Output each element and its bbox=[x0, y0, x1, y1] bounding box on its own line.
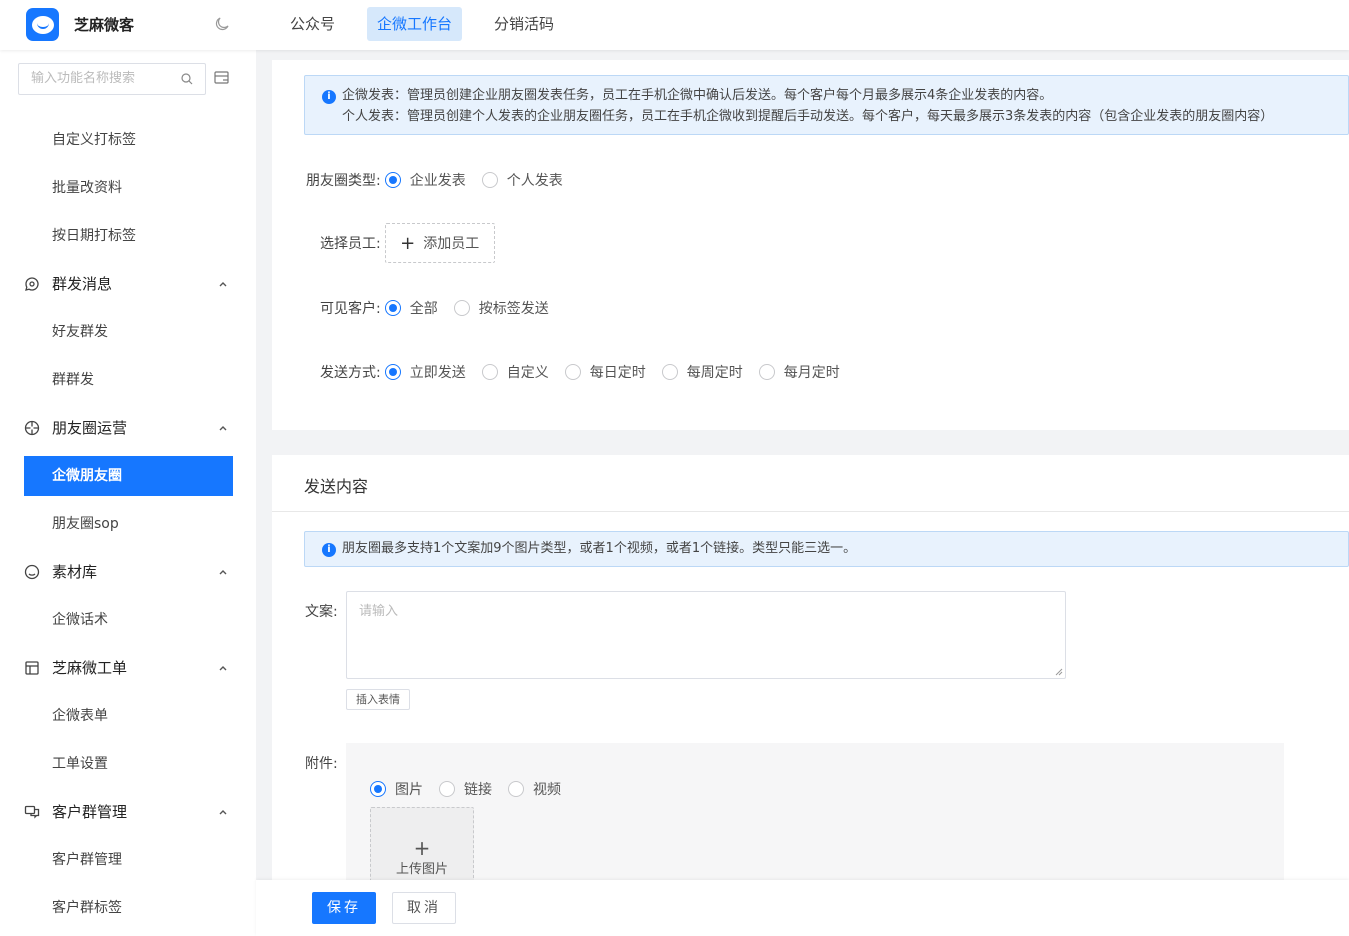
sidebar-group-label: 素材库 bbox=[52, 563, 98, 581]
sidebar-item-wecom-scripts[interactable]: 企微话术 bbox=[0, 596, 256, 644]
attachment-panel: 图片 链接 视频 + 上传图片 bbox=[346, 743, 1284, 903]
group-chat-icon bbox=[24, 805, 40, 819]
chevron-up-icon bbox=[219, 570, 227, 575]
radio-attach-video[interactable]: 视频 bbox=[508, 779, 561, 799]
cancel-button[interactable]: 取消 bbox=[392, 892, 456, 924]
content-card: 发送内容 i 朋友圈最多支持1个文案加9个图片类型，或者1个视频，或者1个链接。… bbox=[272, 455, 1349, 903]
content-section-title: 发送内容 bbox=[304, 477, 369, 496]
chevron-up-icon bbox=[219, 810, 227, 815]
publish-info-alert: i 企微发表：管理员创建企业朋友圈发表任务，员工在手机企微中确认后发送。每个客户… bbox=[304, 75, 1349, 135]
add-employee-label: 添加员工 bbox=[423, 236, 480, 252]
radio-send-now[interactable]: 立即发送 bbox=[384, 362, 466, 382]
chevron-up-icon bbox=[219, 426, 227, 431]
radio-enterprise-publish[interactable]: 企业发表 bbox=[384, 170, 466, 190]
info-line-1: 企微发表：管理员创建企业朋友圈发表任务，员工在手机企微中确认后发送。每个客户每个… bbox=[342, 88, 1053, 103]
radio-personal-publish[interactable]: 个人发表 bbox=[481, 170, 563, 190]
table-icon bbox=[25, 661, 39, 675]
info-line-2: 个人发表：管理员创建个人发表的企业朋友圈任务，员工在手机企微收到提醒后手动发送。… bbox=[342, 109, 1274, 124]
search-input[interactable]: 输入功能名称搜索 bbox=[18, 63, 206, 95]
copy-label: 文案: bbox=[305, 604, 338, 620]
radio-send-custom[interactable]: 自定义 bbox=[481, 362, 549, 382]
copy-placeholder: 请输入 bbox=[359, 604, 399, 619]
moments-type-label: 朋友圈类型: bbox=[306, 173, 381, 189]
radio-attach-link[interactable]: 链接 bbox=[439, 779, 492, 799]
attach-type-row: 图片 链接 视频 bbox=[370, 779, 577, 799]
sidebar-item-wecom-form[interactable]: 企微表单 bbox=[0, 692, 256, 740]
info-icon: i bbox=[322, 543, 336, 557]
top-nav: 公众号 企微工作台 分销活码 bbox=[280, 7, 586, 41]
content-info-alert: i 朋友圈最多支持1个文案加9个图片类型，或者1个视频，或者1个链接。类型只能三… bbox=[304, 531, 1349, 567]
search-icon[interactable] bbox=[181, 73, 193, 85]
app-name: 芝麻微客 bbox=[74, 16, 135, 34]
sidebar-item-moments-sop[interactable]: 朋友圈sop bbox=[0, 500, 256, 548]
library-icon bbox=[24, 564, 40, 580]
radio-send-monthly[interactable]: 每月定时 bbox=[758, 362, 840, 382]
sidebar-item-custom-tag[interactable]: 自定义打标签 bbox=[0, 116, 256, 164]
sidebar-item-group-management[interactable]: 客户群管理 bbox=[0, 836, 256, 884]
copy-textarea[interactable]: 请输入 bbox=[346, 591, 1066, 679]
sidebar-group-label: 客户群管理 bbox=[52, 803, 128, 821]
tab-wecom-workbench[interactable]: 企微工作台 bbox=[367, 7, 463, 41]
app-logo[interactable] bbox=[26, 8, 59, 41]
employee-label: 选择员工: bbox=[320, 236, 381, 252]
radio-visible-all[interactable]: 全部 bbox=[384, 298, 438, 318]
sidebar-group-moments[interactable]: 朋友圈运营 bbox=[0, 404, 256, 452]
chat-icon bbox=[25, 277, 39, 291]
resize-grip-icon[interactable] bbox=[1055, 668, 1063, 676]
sidebar-group-work-order[interactable]: 芝麻微工单 bbox=[0, 644, 256, 692]
sidebar-item-date-tag[interactable]: 按日期打标签 bbox=[0, 212, 256, 260]
send-method-row: 发送方式: 立即发送 自定义 每日定时 每周定时 每月定时 bbox=[320, 362, 856, 382]
sidebar-item-order-settings[interactable]: 工单设置 bbox=[0, 740, 256, 788]
attach-label: 附件: bbox=[305, 756, 338, 772]
visible-customers-row: 可见客户: 全部 按标签发送 bbox=[320, 298, 565, 318]
sidebar-group-label: 芝麻微工单 bbox=[52, 659, 128, 677]
sidebar-item-friend-broadcast[interactable]: 好友群发 bbox=[0, 308, 256, 356]
aperture-icon bbox=[24, 420, 40, 436]
content-info-text: 朋友圈最多支持1个文案加9个图片类型，或者1个视频，或者1个链接。类型只能三选一… bbox=[342, 541, 857, 556]
radio-visible-by-tag[interactable]: 按标签发送 bbox=[453, 298, 549, 318]
add-employee-button[interactable]: + 添加员工 bbox=[384, 223, 495, 263]
settings-card: i 企微发表：管理员创建企业朋友圈发表任务，员工在手机企微中确认后发送。每个客户… bbox=[272, 60, 1349, 430]
collapse-sidebar-icon[interactable] bbox=[214, 71, 230, 85]
moon-icon[interactable] bbox=[213, 15, 231, 33]
sidebar-group-mass-message[interactable]: 群发消息 bbox=[0, 260, 256, 308]
radio-send-daily[interactable]: 每日定时 bbox=[564, 362, 646, 382]
upload-image-button[interactable]: + 上传图片 bbox=[370, 807, 474, 887]
divider bbox=[272, 511, 1349, 512]
chevron-up-icon bbox=[219, 282, 227, 287]
employee-row: 选择员工: + 添加员工 bbox=[320, 223, 495, 263]
tab-official-account[interactable]: 公众号 bbox=[280, 7, 345, 41]
sidebar: 输入功能名称搜索 自定义打标签 批量改资料 按日期打标签 群发消息 好友群发 群… bbox=[0, 50, 256, 936]
sidebar-group-customer-groups[interactable]: 客户群管理 bbox=[0, 788, 256, 836]
visible-label: 可见客户: bbox=[320, 301, 381, 317]
sidebar-item-group-tags[interactable]: 客户群标签 bbox=[0, 884, 256, 932]
search-placeholder: 输入功能名称搜索 bbox=[31, 71, 136, 86]
radio-attach-image[interactable]: 图片 bbox=[370, 779, 423, 799]
footer-actions: 保存 取消 bbox=[256, 880, 1349, 936]
sidebar-group-label: 群发消息 bbox=[52, 275, 113, 293]
sidebar-item-batch-edit[interactable]: 批量改资料 bbox=[0, 164, 256, 212]
send-label: 发送方式: bbox=[320, 365, 381, 381]
insert-emoji-button[interactable]: 插入表情 bbox=[346, 689, 410, 710]
plus-icon: + bbox=[400, 232, 416, 254]
info-icon: i bbox=[322, 90, 336, 104]
sidebar-menu: 自定义打标签 批量改资料 按日期打标签 群发消息 好友群发 群群发 朋友圈运营 … bbox=[0, 116, 256, 932]
radio-send-weekly[interactable]: 每周定时 bbox=[661, 362, 743, 382]
sidebar-group-materials[interactable]: 素材库 bbox=[0, 548, 256, 596]
sidebar-item-group-broadcast[interactable]: 群群发 bbox=[0, 356, 256, 404]
plus-icon: + bbox=[413, 836, 431, 860]
upload-label: 上传图片 bbox=[395, 862, 448, 877]
sidebar-item-wecom-moments[interactable]: 企微朋友圈 bbox=[24, 456, 233, 496]
moments-type-row: 朋友圈类型: 企业发表 个人发表 bbox=[306, 170, 579, 190]
tab-distribution-code[interactable]: 分销活码 bbox=[484, 7, 564, 41]
chevron-up-icon bbox=[219, 666, 227, 671]
top-header: 芝麻微客 公众号 企微工作台 分销活码 bbox=[0, 0, 1349, 50]
sidebar-group-label: 朋友圈运营 bbox=[52, 419, 128, 437]
save-button[interactable]: 保存 bbox=[312, 892, 376, 924]
